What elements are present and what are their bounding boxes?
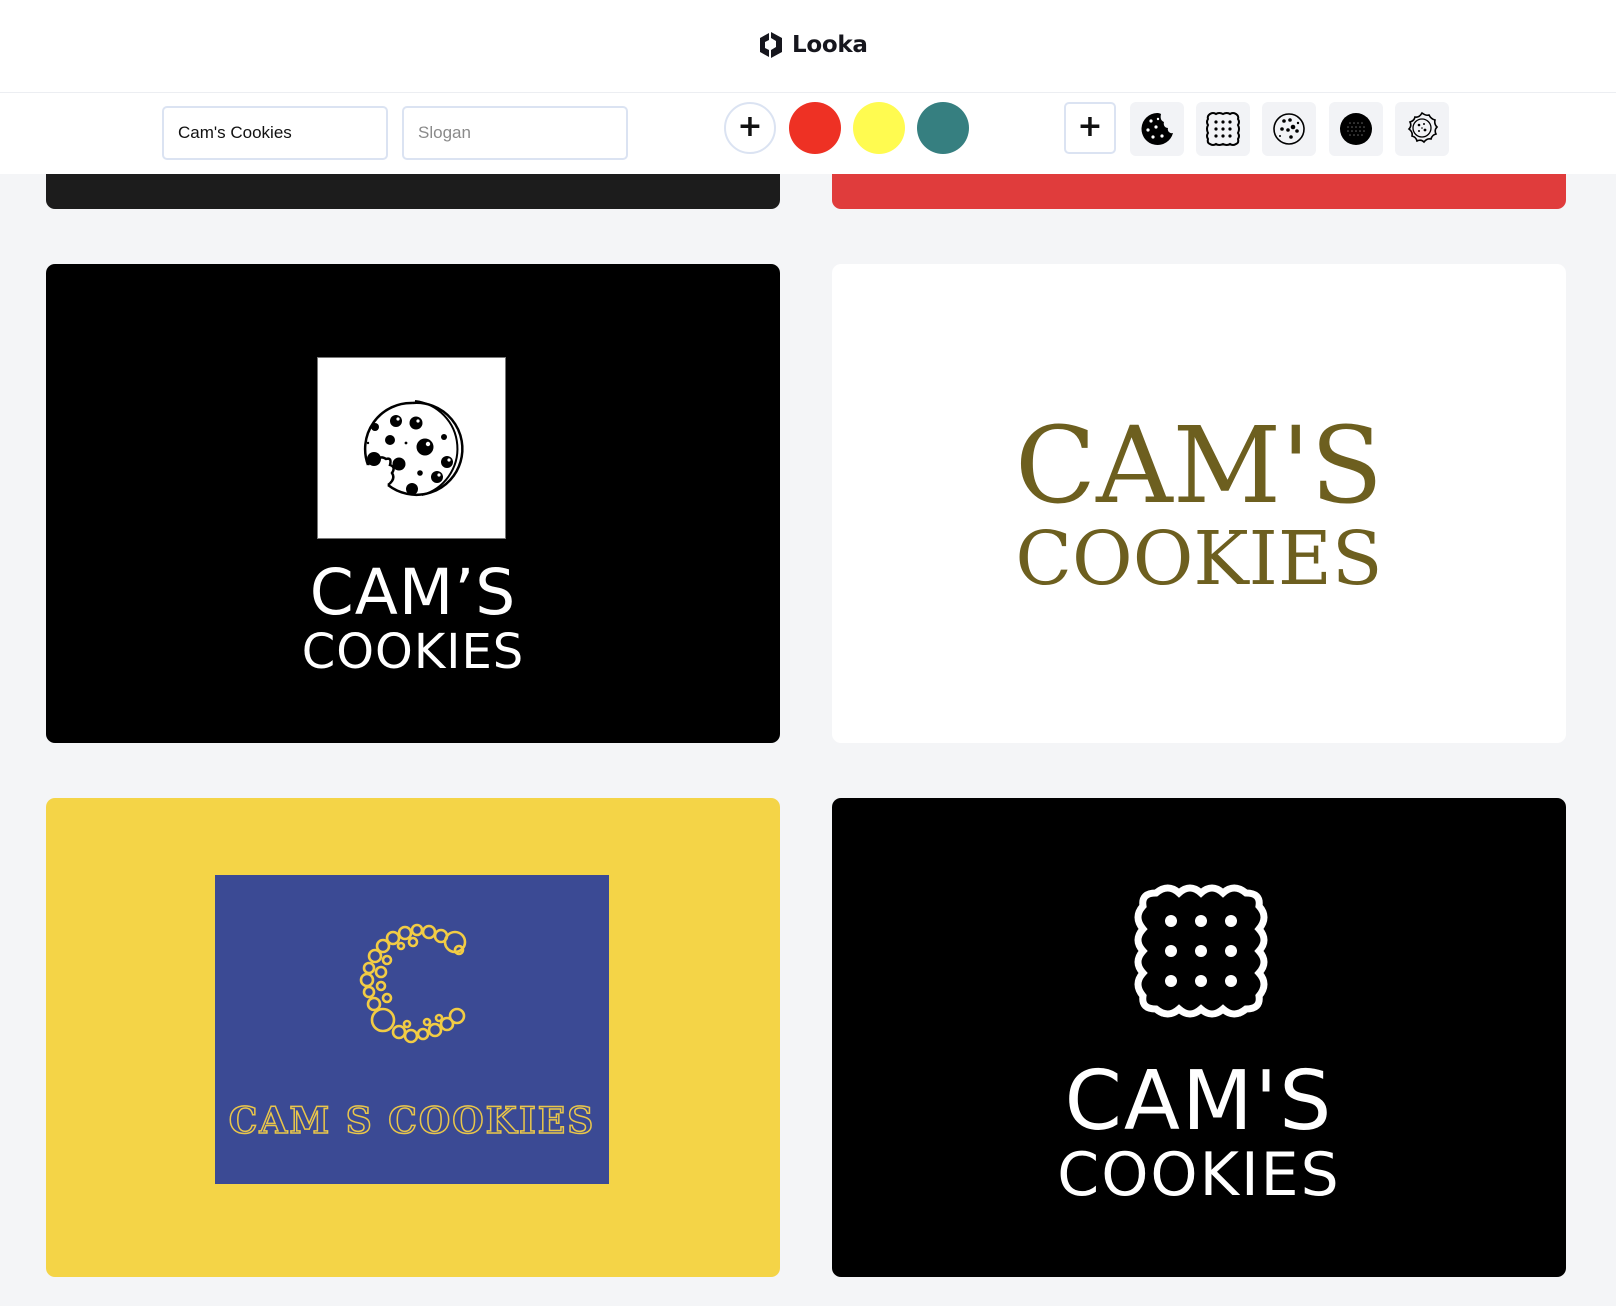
logo-card-black-cookie[interactable]: CAM’S COOKIES (46, 264, 780, 743)
scalloped-cookie-icon (1407, 111, 1439, 144)
round-biscuit-icon (1340, 113, 1372, 145)
bitten-cookie-outline-icon (363, 400, 464, 496)
plus-icon: + (737, 108, 763, 144)
cracker-outline-icon (1134, 884, 1268, 1018)
symbol-option-5[interactable] (1395, 102, 1449, 156)
logo-card-yellow-bubbles[interactable]: CAM S COOKIES (46, 798, 780, 1277)
looka-logo-icon (760, 32, 782, 58)
logo-text-line1: CAM’S (309, 556, 517, 629)
logo-text-line2: COOKIES (301, 624, 525, 680)
bubble-c-monogram-icon (359, 923, 467, 1044)
logo-text-line1: CAM'S (1064, 1054, 1334, 1149)
bitten-cookie-icon (1141, 113, 1173, 145)
brand[interactable]: Looka (758, 31, 868, 59)
add-color-button[interactable]: + (724, 102, 776, 154)
logo-text-line2: COOKIES (1015, 516, 1383, 602)
logo-card-white-serif[interactable]: CAM'S COOKIES (832, 264, 1566, 743)
plus-icon: + (1077, 108, 1103, 144)
color-swatch-yellow[interactable] (853, 102, 905, 154)
symbol-option-4[interactable] (1329, 102, 1383, 156)
logo-panel: CAM S COOKIES (215, 875, 609, 1184)
color-swatch-red[interactable] (789, 102, 841, 154)
app-header: Looka (0, 0, 1616, 93)
logo-text-line2: COOKIES (1057, 1140, 1341, 1210)
color-swatch-teal[interactable] (917, 102, 969, 154)
chocolate-chip-cookie-icon (1273, 113, 1305, 145)
symbol-option-2[interactable] (1196, 102, 1250, 156)
add-symbol-button[interactable]: + (1064, 102, 1116, 154)
logo-symbol-box (317, 357, 506, 539)
logo-text-line1: CAM'S (1015, 404, 1383, 527)
cracker-icon (1206, 112, 1240, 146)
symbol-option-3[interactable] (1262, 102, 1316, 156)
logo-card-black-cracker[interactable]: CAM'S COOKIES (832, 798, 1566, 1277)
symbol-option-1[interactable] (1130, 102, 1184, 156)
brand-name: Looka (792, 32, 868, 58)
slogan-input[interactable] (402, 106, 628, 160)
logo-text: CAM S COOKIES (228, 1099, 596, 1143)
company-name-input[interactable] (162, 106, 388, 160)
editor-toolbar: + + (0, 93, 1616, 174)
